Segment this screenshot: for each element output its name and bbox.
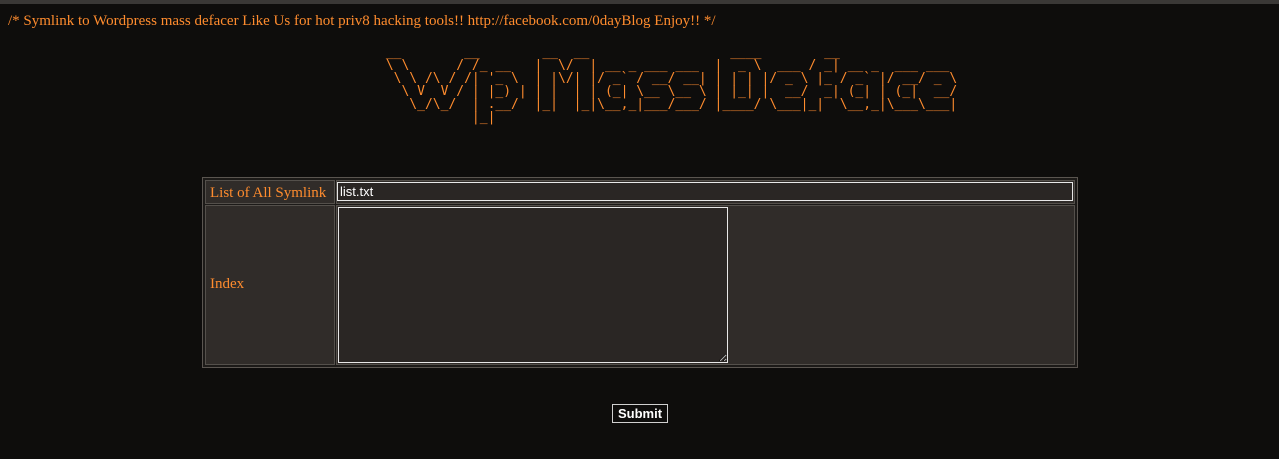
symlink-list-input[interactable] (337, 182, 1073, 201)
ascii-banner: __ __ __ __ ____ __ \ \ / /_ __ | \/ | _… (385, 45, 958, 125)
header-comment: /* Symlink to Wordpress mass defacer Lik… (8, 13, 716, 29)
window-top-bar (0, 0, 1279, 4)
index-label-cell: Index (205, 205, 335, 365)
index-label: Index (210, 276, 245, 292)
index-textarea[interactable] (338, 207, 728, 363)
symlink-label: List of All Symlink (210, 185, 327, 201)
symlink-label-cell: List of All Symlink (205, 180, 335, 204)
submit-button[interactable]: Submit (612, 404, 668, 423)
